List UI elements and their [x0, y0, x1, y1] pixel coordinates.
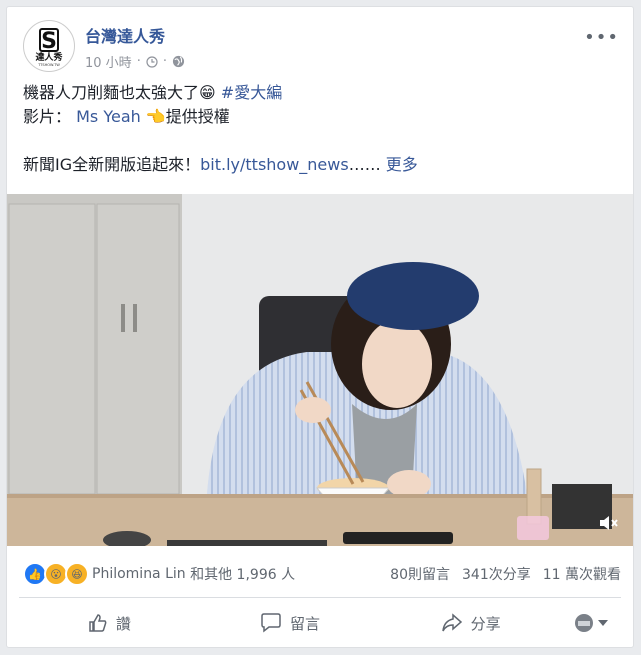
text-line-1: 機器人刀削麵也太強大了😁 #愛大編 [23, 81, 617, 105]
post-as-selector[interactable] [561, 613, 621, 633]
reaction-names[interactable]: Philomina Lin [92, 566, 186, 582]
svg-text:TTSHOW.TW: TTSHOW.TW [37, 63, 60, 67]
share-icon [441, 613, 462, 632]
share-button[interactable]: 分享 [380, 613, 561, 634]
post-meta: 10 小時 · · [85, 52, 185, 71]
see-more-link[interactable]: 更多 [386, 155, 418, 174]
meta-separator: · [136, 54, 141, 69]
text-line-3-plain: 新聞IG全新開版追起來！ [23, 155, 201, 174]
like-label: 讚 [115, 614, 131, 633]
text-line-3: 新聞IG全新開版追起來！bit.ly/ttshow_news…… 更多 [23, 153, 617, 177]
action-bar: 讚 留言 分享 [19, 603, 621, 643]
shares-count[interactable]: 341次分享 [462, 564, 531, 584]
haha-reaction-icon: 😆 [65, 562, 89, 586]
comment-button[interactable]: 留言 [200, 613, 381, 634]
profile-thumbnail-icon [575, 614, 594, 632]
reaction-others[interactable]: 和其他 1,996 人 [190, 564, 295, 584]
text-blank-line [23, 129, 617, 153]
ellipsis: …… [348, 155, 381, 174]
more-options-icon[interactable]: ••• [584, 27, 619, 48]
like-button[interactable]: 讚 [19, 613, 200, 634]
ttshow-logo-icon: S 達人秀 TTSHOW.TW [25, 22, 73, 70]
text-line-2-prefix: 影片： [23, 107, 72, 126]
bitly-link[interactable]: bit.ly/ttshow_news [200, 155, 349, 174]
comment-icon [261, 613, 281, 633]
author-link[interactable]: Ms Yeah [76, 107, 141, 126]
clock-icon [146, 55, 158, 68]
caret-down-icon [598, 620, 609, 626]
views-count[interactable]: 11 萬次觀看 [543, 564, 621, 584]
page-name[interactable]: 台灣達人秀 [85, 23, 165, 47]
hashtag-link[interactable]: #愛大編 [221, 83, 282, 102]
text-line-2-suffix: 👈提供授權 [145, 107, 230, 126]
page-avatar[interactable]: S 達人秀 TTSHOW.TW [23, 20, 75, 72]
text-line-1-plain: 機器人刀削麵也太強大了😁 [23, 83, 221, 102]
meta-separator-2: · [162, 54, 167, 69]
globe-icon[interactable] [172, 55, 185, 68]
text-line-2: 影片： Ms Yeah 👈提供授權 [23, 105, 617, 129]
reactions-bar: 👍 😮 😆 Philomina Lin 和其他 1,996 人 80則留言 34… [23, 559, 621, 589]
divider [19, 597, 621, 598]
post-text: 機器人刀削麵也太強大了😁 #愛大編 影片： Ms Yeah 👈提供授權 新聞IG… [23, 81, 617, 177]
mute-icon[interactable] [597, 512, 619, 534]
svg-text:達人秀: 達人秀 [35, 51, 62, 63]
video-player[interactable] [7, 194, 633, 546]
post-stats: 80則留言 341次分享 11 萬次觀看 [390, 564, 621, 584]
timestamp[interactable]: 10 小時 [85, 52, 132, 71]
comments-count[interactable]: 80則留言 [390, 564, 450, 584]
video-frame [7, 194, 633, 546]
post-card: S 達人秀 TTSHOW.TW 台灣達人秀 10 小時 · · ••• 機器人刀… [6, 6, 634, 648]
reaction-icons[interactable]: 👍 😮 😆 [23, 562, 89, 586]
comment-label: 留言 [290, 614, 321, 633]
share-label: 分享 [470, 614, 501, 633]
thumbs-up-icon [89, 614, 107, 632]
